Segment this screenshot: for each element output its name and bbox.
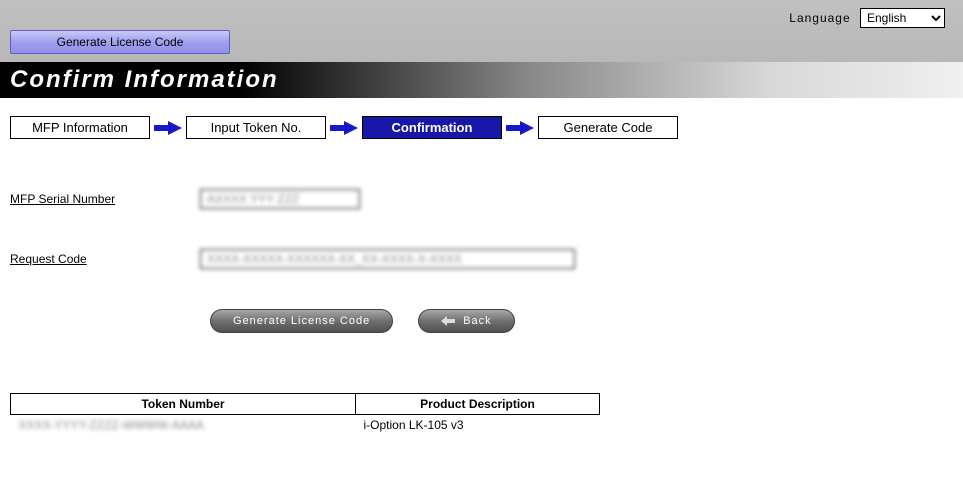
step-generate-code: Generate Code [538, 116, 678, 139]
back-button-label: Back [463, 315, 491, 327]
request-code-row: Request Code XXXX-XXXXX-XXXXXX-XX_XX-XXX… [10, 249, 953, 269]
title-bar: Confirm Information [0, 62, 963, 98]
language-label: Language [789, 11, 850, 25]
arrow-right-icon [330, 119, 358, 137]
step-confirmation: Confirmation [362, 116, 502, 139]
language-selector-container: Language English [789, 8, 945, 28]
language-select[interactable]: English [860, 8, 945, 28]
top-bar: Language English Generate License Code [0, 0, 963, 62]
token-number-header: Token Number [11, 394, 356, 415]
step-input-token: Input Token No. [186, 116, 326, 139]
page-title: Confirm Information [10, 66, 279, 94]
back-button[interactable]: Back [418, 309, 514, 333]
request-code-label: Request Code [10, 252, 200, 266]
token-number-cell: XXXX-YYYY-ZZZZ-WWWW-AAAA [11, 415, 356, 436]
token-table: Token Number Product Description XXXX-YY… [10, 393, 600, 435]
arrow-left-icon [441, 316, 455, 326]
generate-license-button[interactable]: Generate License Code [210, 309, 393, 333]
serial-number-row: MFP Serial Number AXXXX YYY ZZZ [10, 189, 953, 209]
serial-number-label: MFP Serial Number [10, 192, 200, 206]
product-description-header: Product Description [356, 394, 600, 415]
serial-number-value: AXXXX YYY ZZZ [200, 189, 360, 209]
action-buttons: Generate License Code Back [210, 309, 953, 333]
request-code-value: XXXX-XXXXX-XXXXXX-XX_XX-XXXX-X-XXXX [200, 249, 575, 269]
arrow-right-icon [506, 119, 534, 137]
product-description-cell: i-Option LK-105 v3 [356, 415, 600, 436]
generate-button-label: Generate License Code [233, 315, 370, 327]
table-row: XXXX-YYYY-ZZZZ-WWWW-AAAA i-Option LK-105… [11, 415, 600, 436]
step-mfp-information: MFP Information [10, 116, 150, 139]
arrow-right-icon [154, 119, 182, 137]
wizard-steps: MFP Information Input Token No. Confirma… [10, 116, 953, 139]
generate-license-nav-button[interactable]: Generate License Code [10, 30, 230, 54]
